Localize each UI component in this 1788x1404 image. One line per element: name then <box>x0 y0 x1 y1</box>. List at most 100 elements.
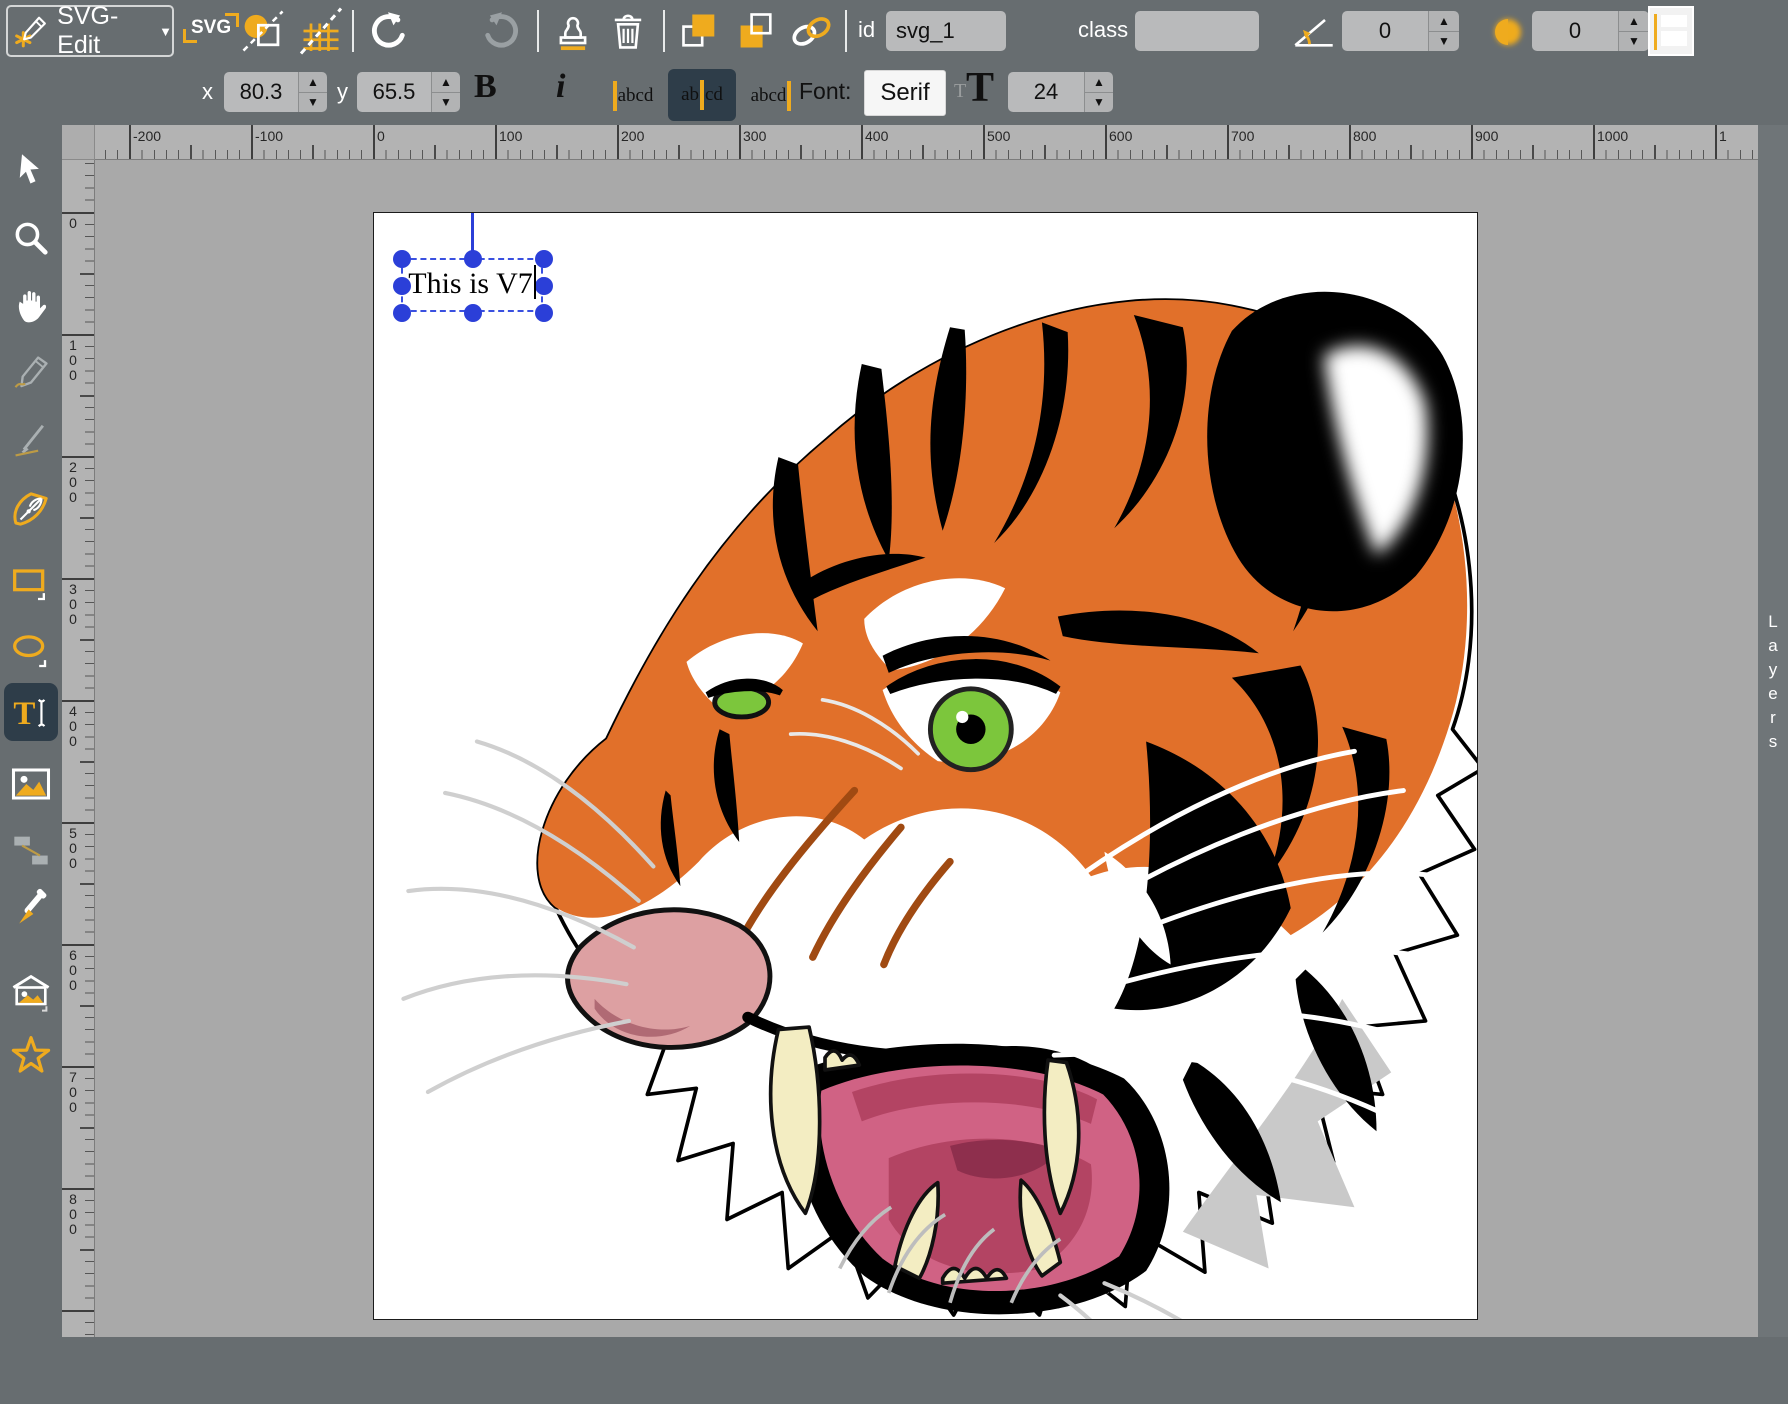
layers-panel-toggle[interactable]: Layers <box>1758 125 1788 1337</box>
layers-panel-title: Layers <box>1758 610 1788 754</box>
ruler-label: 700 <box>66 1070 80 1115</box>
element-id-value: svg_1 <box>896 18 955 44</box>
text-tool-icon: T <box>9 691 53 735</box>
tool-shape-library[interactable] <box>0 965 62 1021</box>
undo-button[interactable] <box>366 10 410 54</box>
ruler-label: 800 <box>66 1192 80 1237</box>
ruler-label: 400 <box>865 128 888 144</box>
font-size-small-t: T <box>954 80 966 103</box>
text-context-toolbar: x 80.3 ▲▼ y 65.5 ▲▼ B i abcd ab cd abcd … <box>0 62 1788 125</box>
shape-library-icon <box>9 972 53 1014</box>
tool-zoom[interactable] <box>0 210 62 266</box>
tool-connector[interactable] <box>0 822 62 878</box>
move-to-back-button[interactable] <box>734 9 778 53</box>
ruler-label: 0 <box>66 216 80 231</box>
ruler-label: -100 <box>255 128 283 144</box>
move-front-icon <box>678 9 722 53</box>
blur-spin-buttons[interactable]: ▲▼ <box>1618 11 1649 51</box>
svg-edit-app: SVG-Edit ▼ SVG <box>0 0 1788 1404</box>
clone-stamp-icon <box>551 9 595 55</box>
element-id-input[interactable]: svg_1 <box>886 11 1006 51</box>
menu-caret-icon: ▼ <box>159 24 172 39</box>
panel-icon[interactable] <box>1648 6 1694 56</box>
y-spin-buttons[interactable]: ▲▼ <box>431 72 460 112</box>
snap-grid-icon <box>296 6 346 56</box>
tool-image[interactable] <box>0 756 62 812</box>
make-link-button[interactable] <box>788 12 836 52</box>
ruler-label: 500 <box>66 826 80 871</box>
toolbar-divider <box>663 10 665 52</box>
view-source-button[interactable]: SVG <box>183 13 239 43</box>
link-icon <box>788 12 836 52</box>
clone-button[interactable] <box>551 9 595 55</box>
italic-button[interactable]: i <box>556 68 565 106</box>
selection-handle-s[interactable] <box>464 304 482 322</box>
text-cursor <box>534 265 536 299</box>
selection-handle-se[interactable] <box>535 304 553 322</box>
id-label: id <box>858 17 875 43</box>
tool-pan[interactable] <box>0 277 62 333</box>
app-title: SVG-Edit <box>57 2 148 60</box>
redo-button[interactable] <box>480 10 524 54</box>
y-coordinate-spinner[interactable]: 65.5 ▲▼ <box>357 72 460 112</box>
undo-icon <box>366 10 410 54</box>
blur-icon <box>1488 12 1528 52</box>
x-spin-buttons[interactable]: ▲▼ <box>298 72 327 112</box>
font-family-selector[interactable]: Serif <box>864 70 946 116</box>
text-anchor-end-button[interactable]: abcd <box>742 76 800 116</box>
selection-box[interactable]: This is V7 <box>401 258 543 312</box>
tool-ellipse[interactable] <box>0 624 62 680</box>
ruler-label: 100 <box>66 338 80 383</box>
bold-button[interactable]: B <box>474 68 497 106</box>
font-label: Font: <box>799 78 851 105</box>
wireframe-mode-button[interactable] <box>240 8 286 54</box>
blur-value[interactable]: 0 <box>1532 11 1618 51</box>
font-size-value[interactable]: 24 <box>1008 72 1084 112</box>
ruler-label: 900 <box>1475 128 1498 144</box>
tool-path[interactable] <box>0 481 62 537</box>
toolbar-divider <box>845 10 847 52</box>
tool-text[interactable]: T <box>0 685 62 741</box>
workspace[interactable]: This is V7 <box>95 160 1758 1337</box>
y-coordinate-value[interactable]: 65.5 <box>357 72 431 112</box>
angle-indicator <box>1292 13 1336 49</box>
pan-hand-icon <box>13 287 49 323</box>
blur-spinner[interactable]: 0 ▲▼ <box>1532 11 1649 51</box>
selected-text-element[interactable]: This is V7 <box>403 265 541 301</box>
font-size-spin-buttons[interactable]: ▲▼ <box>1084 72 1113 112</box>
angle-spin-buttons[interactable]: ▲▼ <box>1428 11 1459 51</box>
tool-eyedropper[interactable] <box>0 879 62 935</box>
delete-button[interactable] <box>606 9 650 55</box>
eyedropper-icon <box>12 887 50 927</box>
shapes-wireframe-icon <box>240 8 286 54</box>
main-toolbar: SVG-Edit ▼ SVG <box>0 0 1788 62</box>
move-to-front-button[interactable] <box>678 9 722 53</box>
main-menu-button[interactable]: SVG-Edit ▼ <box>6 5 174 57</box>
zoom-magnifier-icon <box>12 219 50 257</box>
selection-handle-sw[interactable] <box>393 304 411 322</box>
x-coordinate-spinner[interactable]: 80.3 ▲▼ <box>224 72 327 112</box>
toolbar-divider <box>352 10 354 52</box>
tool-line[interactable] <box>0 412 62 468</box>
ruler-label: 100 <box>499 128 522 144</box>
svg-text:T: T <box>13 696 35 732</box>
text-anchor-start-button[interactable]: abcd <box>604 76 662 116</box>
tool-pencil[interactable] <box>0 345 62 401</box>
snap-grid-button[interactable] <box>296 6 346 56</box>
svg-canvas[interactable]: This is V7 <box>373 212 1478 1320</box>
rotation-angle-spinner[interactable]: 0 ▲▼ <box>1342 11 1459 51</box>
font-size-spinner[interactable]: 24 ▲▼ <box>1008 72 1113 112</box>
rotation-angle-value[interactable]: 0 <box>1342 11 1428 51</box>
x-label: x <box>202 79 213 105</box>
x-coordinate-value[interactable]: 80.3 <box>224 72 298 112</box>
y-label: y <box>337 79 348 105</box>
tool-select[interactable] <box>0 142 62 198</box>
ruler-label: 500 <box>987 128 1010 144</box>
element-class-input[interactable] <box>1135 11 1259 51</box>
text-anchor-middle-button[interactable]: ab cd <box>668 69 736 121</box>
ruler-label: 0 <box>377 128 385 144</box>
tool-star[interactable] <box>0 1028 62 1084</box>
ruler-label: 1 <box>1719 128 1727 144</box>
tool-rectangle[interactable] <box>0 557 62 613</box>
tiger-drawing[interactable] <box>374 213 1477 1319</box>
